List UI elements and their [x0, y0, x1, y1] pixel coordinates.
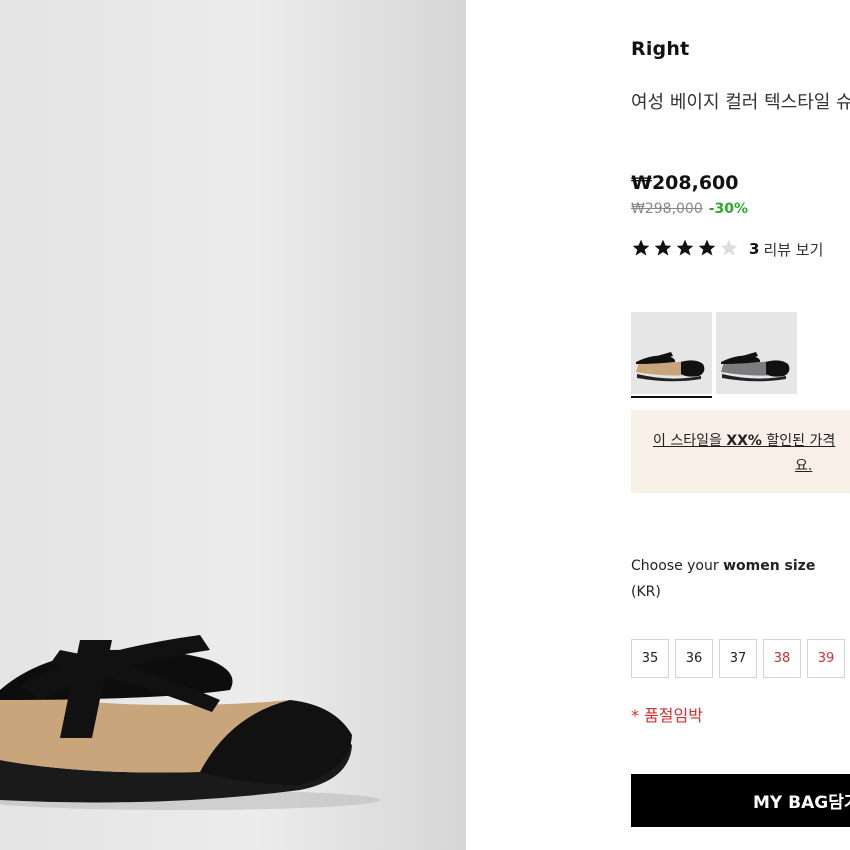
size-selector-label: Choose your women size (KR)	[631, 553, 841, 605]
product-image	[0, 0, 466, 850]
promo-text-prefix: 이 스타일을	[653, 433, 727, 449]
add-to-bag-button[interactable]: MY BAG담기	[631, 774, 850, 827]
star-empty-icon	[719, 238, 741, 260]
size-option-low-stock[interactable]: 39	[807, 639, 845, 678]
discount-badge: -30%	[708, 201, 749, 217]
product-title: 여성 베이지 컬러 텍스타일 슈즈	[631, 92, 850, 113]
size-option-low-stock[interactable]: 38	[763, 639, 801, 678]
star-filled-icon	[653, 238, 675, 260]
promo-banner[interactable]: 이 스타일을 XX% 할인된 가격 요.	[631, 410, 850, 493]
size-label-prefix: Choose your	[631, 558, 724, 574]
shoe-illustration	[0, 635, 380, 810]
promo-text-line2[interactable]: 요.	[795, 455, 812, 475]
star-filled-icon	[675, 238, 697, 260]
brand-name[interactable]: Right	[631, 38, 689, 60]
promo-text[interactable]: 이 스타일을 XX% 할인된 가격	[653, 427, 850, 455]
view-reviews-link[interactable]: 리뷰 보기	[763, 239, 823, 260]
promo-text-percent: XX%	[726, 433, 762, 449]
original-price: ₩298,000	[631, 201, 703, 217]
price-comparison: ₩298,000 -30%	[631, 201, 748, 217]
star-filled-icon	[697, 238, 719, 260]
size-option[interactable]: 37	[719, 639, 757, 678]
size-label-suffix: (KR)	[631, 584, 661, 600]
promo-text-suffix: 할인된 가격	[761, 433, 836, 449]
size-option[interactable]: 35	[631, 639, 669, 678]
shoe-thumb-icon	[721, 352, 790, 382]
sale-price: ₩208,600	[631, 172, 739, 194]
star-filled-icon	[631, 238, 653, 260]
color-variants	[631, 312, 801, 398]
size-label-bold: women size	[723, 558, 816, 574]
rating-summary[interactable]: 3 리뷰 보기	[631, 238, 823, 260]
size-options: 35 36 37 38 39	[631, 639, 850, 678]
variant-thumb-beige[interactable]	[631, 312, 712, 398]
size-option[interactable]: 36	[675, 639, 713, 678]
product-info-panel: Right 여성 베이지 컬러 텍스타일 슈즈 ₩208,600 ₩298,00…	[631, 0, 850, 850]
review-count[interactable]: 3	[749, 240, 759, 258]
variant-thumb-grey[interactable]	[716, 312, 797, 394]
shoe-thumb-icon	[636, 352, 705, 382]
low-stock-note: * 품절임박	[631, 706, 703, 725]
